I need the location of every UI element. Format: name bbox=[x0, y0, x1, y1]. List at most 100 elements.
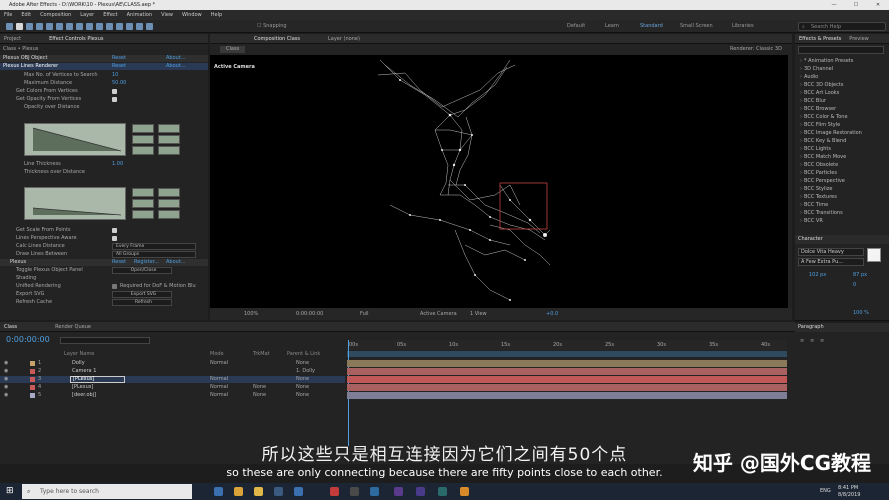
effect-category[interactable]: BCC Art Looks bbox=[800, 90, 839, 96]
layer-parent[interactable]: 1. Dolly bbox=[296, 368, 315, 375]
opacity-curve-graph[interactable] bbox=[24, 123, 126, 156]
effect-category[interactable]: BCC Particles bbox=[800, 170, 837, 176]
visibility-eye-icon[interactable]: ◉ bbox=[4, 384, 8, 391]
effect-category[interactable]: BCC Stylize bbox=[800, 186, 833, 192]
layer-duration-bar[interactable] bbox=[347, 384, 787, 391]
effect-row-plexus-lines[interactable]: Plexus Lines Renderer Reset About... bbox=[0, 63, 208, 70]
time-ruler[interactable]: 00s 05s 10s 15s 20s 25s 30s 35s 40s bbox=[347, 340, 787, 350]
photoshop-icon[interactable] bbox=[370, 487, 379, 496]
align-left-icon[interactable]: ≡ bbox=[800, 338, 804, 344]
about-button[interactable]: About... bbox=[166, 55, 186, 62]
effect-category[interactable]: BCC Textures bbox=[800, 194, 837, 200]
font-size-value[interactable]: 102 px bbox=[809, 272, 826, 278]
label-color[interactable] bbox=[30, 361, 35, 366]
clone-tool-icon[interactable] bbox=[116, 23, 123, 30]
maximize-button[interactable]: ☐ bbox=[845, 0, 867, 10]
effect-category[interactable]: Audio bbox=[800, 74, 818, 80]
align-center-icon[interactable]: ≡ bbox=[810, 338, 814, 344]
curve-preset-thumb[interactable] bbox=[158, 188, 180, 197]
register-button[interactable]: Register... bbox=[134, 259, 159, 266]
curve-preset-thumb[interactable] bbox=[132, 188, 154, 197]
visibility-eye-icon[interactable]: ◉ bbox=[4, 360, 8, 367]
app-icon[interactable] bbox=[350, 487, 359, 496]
viewer-time[interactable]: 0:00:00:00 bbox=[296, 308, 323, 320]
fill-color-swatch[interactable] bbox=[867, 248, 881, 262]
curve-preset-thumb[interactable] bbox=[132, 146, 154, 155]
layer-search-input[interactable] bbox=[60, 337, 150, 344]
export-svg-button[interactable]: Export SVG bbox=[112, 291, 172, 298]
effect-category[interactable]: BCC Blur bbox=[800, 98, 826, 104]
layer-name[interactable]: Dolly bbox=[72, 360, 85, 367]
effect-category[interactable]: * Animation Presets bbox=[800, 58, 853, 64]
layer-row[interactable]: ◉ 4 [PLexus] Normal None None bbox=[0, 384, 345, 391]
font-family-select[interactable]: Dolce Vita Heavy bbox=[798, 248, 864, 256]
layer-mode[interactable]: Normal bbox=[210, 384, 228, 391]
work-area-bar[interactable] bbox=[347, 351, 787, 357]
tab-character[interactable]: Character bbox=[795, 235, 889, 244]
menu-effect[interactable]: Effect bbox=[103, 10, 117, 20]
pan-behind-tool-icon[interactable] bbox=[66, 23, 73, 30]
visibility-eye-icon[interactable]: ◉ bbox=[4, 368, 8, 375]
checkbox[interactable] bbox=[112, 236, 117, 241]
align-right-icon[interactable]: ≡ bbox=[820, 338, 824, 344]
comp-subtab-class[interactable]: Class bbox=[220, 46, 246, 53]
effect-category[interactable]: BCC Lights bbox=[800, 146, 831, 152]
reset-button[interactable]: Reset bbox=[112, 55, 126, 62]
curve-preset-thumb[interactable] bbox=[158, 124, 180, 133]
eraser-tool-icon[interactable] bbox=[126, 23, 133, 30]
tab-paragraph[interactable]: Paragraph bbox=[795, 323, 889, 332]
premiere-icon[interactable] bbox=[394, 487, 403, 496]
renderer-label[interactable]: Renderer: Classic 3D bbox=[730, 46, 782, 52]
tab-layer[interactable]: Layer (none) bbox=[328, 34, 360, 43]
reset-button[interactable]: Reset bbox=[112, 259, 126, 266]
layer-row[interactable]: ◉ 2 Camera 1 1. Dolly bbox=[0, 368, 345, 375]
label-color[interactable] bbox=[30, 369, 35, 374]
prop-value[interactable]: 1.00 bbox=[112, 161, 123, 168]
zoom-select[interactable]: 100% bbox=[244, 308, 258, 320]
effect-row-plexus-obj[interactable]: Plexus OBJ Object Reset About... bbox=[0, 55, 208, 62]
task-view-icon[interactable] bbox=[214, 487, 223, 496]
about-button[interactable]: About... bbox=[166, 63, 186, 70]
menu-help[interactable]: Help bbox=[211, 10, 222, 20]
tab-project[interactable]: Project bbox=[4, 34, 21, 43]
camera-view-select[interactable]: Active Camera bbox=[420, 308, 457, 320]
effect-category[interactable]: BCC Image Restoration bbox=[800, 130, 862, 136]
chrome-icon[interactable] bbox=[234, 487, 243, 496]
effect-category[interactable]: BCC Color & Tone bbox=[800, 114, 848, 120]
label-color[interactable] bbox=[30, 377, 35, 382]
app-icon[interactable] bbox=[294, 487, 303, 496]
current-timecode[interactable]: 0:00:00:00 bbox=[6, 335, 50, 344]
curve-preset-thumb[interactable] bbox=[158, 146, 180, 155]
calc-distance-select[interactable]: Every Frame bbox=[112, 243, 196, 250]
clock-time[interactable]: 8:41 PM bbox=[838, 485, 858, 491]
menu-animation[interactable]: Animation bbox=[127, 10, 153, 20]
rectangle-tool-icon[interactable] bbox=[76, 23, 83, 30]
effect-category[interactable]: BCC Film Style bbox=[800, 122, 840, 128]
label-color[interactable] bbox=[30, 385, 35, 390]
menu-window[interactable]: Window bbox=[182, 10, 202, 20]
roto-tool-icon[interactable] bbox=[136, 23, 143, 30]
effect-category[interactable]: BCC 3D Objects bbox=[800, 82, 843, 88]
effect-category[interactable]: BCC Perspective bbox=[800, 178, 845, 184]
snapping-toggle[interactable]: ☐ Snapping bbox=[257, 23, 287, 29]
prop-value[interactable]: 10 bbox=[112, 72, 118, 79]
open-close-button[interactable]: Open/Close bbox=[112, 267, 172, 274]
tab-timeline-class[interactable]: Class bbox=[4, 322, 17, 331]
checkbox[interactable] bbox=[112, 89, 117, 94]
layer-name[interactable]: [PLexus] bbox=[70, 376, 126, 383]
workspace-learn[interactable]: Learn bbox=[605, 23, 619, 29]
layer-duration-bar[interactable] bbox=[347, 368, 787, 375]
effect-category[interactable]: BCC Transitions bbox=[800, 210, 843, 216]
minimize-button[interactable]: — bbox=[823, 0, 845, 10]
layer-duration-bar[interactable] bbox=[347, 360, 787, 367]
font-style-select[interactable]: A Few Extra Pu... bbox=[798, 258, 864, 266]
app-icon[interactable] bbox=[438, 487, 447, 496]
resolution-select[interactable]: Full bbox=[360, 308, 369, 320]
layer-mode[interactable]: Normal bbox=[210, 392, 228, 399]
close-button[interactable]: ✕ bbox=[867, 0, 889, 10]
puppet-tool-icon[interactable] bbox=[146, 23, 153, 30]
menu-view[interactable]: View bbox=[161, 10, 173, 20]
layer-trkmat[interactable]: None bbox=[253, 384, 266, 391]
composition-viewer[interactable]: Active Camera bbox=[210, 55, 788, 308]
app-icon[interactable] bbox=[330, 487, 339, 496]
